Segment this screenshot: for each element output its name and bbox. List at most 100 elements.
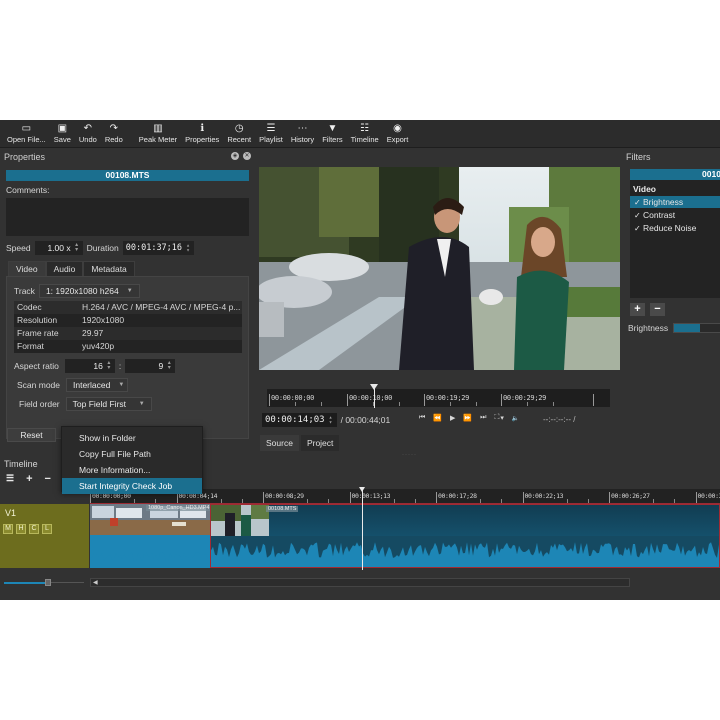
hide-button[interactable]: H bbox=[16, 524, 26, 534]
play-icon[interactable]: ▶ bbox=[450, 414, 455, 422]
player-scrub-ruler[interactable]: 00:00:00;00 00:00:10;00 00:00:19;29 00:00:2… bbox=[267, 389, 610, 407]
brightness-slider[interactable] bbox=[673, 323, 720, 333]
tab-project[interactable]: Project bbox=[300, 435, 340, 451]
info-value: 29.97 bbox=[82, 328, 104, 338]
spin-arrows-icon[interactable]: ▴ ▾ bbox=[166, 360, 172, 371]
float-panel-icon[interactable]: ◈ bbox=[231, 152, 239, 160]
ruler-minor-tick bbox=[399, 402, 400, 406]
spin-arrows-icon[interactable]: ▴ ▾ bbox=[185, 243, 191, 254]
menu-item-copy-full-file-path[interactable]: Copy Full File Path bbox=[62, 446, 202, 462]
timeline-ruler-minor-tick bbox=[134, 499, 135, 503]
in-out-timecode: --:--:--:-- / bbox=[543, 415, 576, 424]
timeline-clip[interactable]: 1080p_Canon_HD3.MP4 bbox=[146, 504, 210, 568]
spin-arrows-icon[interactable]: ▴ ▾ bbox=[74, 242, 80, 253]
remove-clip-icon[interactable]: − bbox=[45, 473, 51, 485]
toolbar-redo-button[interactable]: ↷ Redo bbox=[102, 120, 126, 145]
spin-arrows-icon[interactable]: ▴ ▾ bbox=[328, 415, 334, 426]
spin-arrows-icon[interactable]: ▴ ▾ bbox=[106, 360, 112, 371]
info-key: Codec bbox=[17, 302, 42, 312]
reset-button[interactable]: Reset bbox=[7, 428, 56, 442]
timeline-zoom-slider[interactable] bbox=[4, 579, 84, 586]
filter-item-brightness[interactable]: ✓ Brightness bbox=[630, 196, 720, 208]
scroll-left-icon[interactable]: ◀ bbox=[93, 579, 98, 587]
speed-label: Speed bbox=[6, 243, 31, 253]
tab-metadata[interactable]: Metadata bbox=[83, 261, 135, 276]
add-filter-button[interactable]: + bbox=[630, 303, 645, 316]
field-order-select[interactable]: Top Field First ▼ bbox=[65, 397, 152, 411]
menu-item-start-integrity-check-job[interactable]: Start Integrity Check Job bbox=[62, 478, 202, 494]
timeline-ruler-minor-tick bbox=[480, 499, 481, 503]
chevron-down-icon: ▼ bbox=[118, 382, 125, 388]
filter-item-contrast[interactable]: ✓ Contrast bbox=[630, 209, 720, 221]
lock-button[interactable]: L bbox=[42, 524, 52, 534]
close-panel-icon[interactable]: ✕ bbox=[243, 152, 251, 160]
toolbar-open-file-button[interactable]: ▭ Open File... bbox=[4, 120, 49, 145]
tab-source[interactable]: Source bbox=[260, 435, 299, 451]
toolbar-peak-meter-button[interactable]: ▥ Peak Meter bbox=[136, 120, 180, 145]
position-spinbox[interactable]: 00:00:14;03 ▴ ▾ bbox=[262, 413, 337, 427]
toolbar-undo-button[interactable]: ↶ Undo bbox=[76, 120, 100, 145]
timeline-ruler-minor-tick bbox=[414, 499, 416, 503]
funnel-icon: ▼ bbox=[327, 123, 338, 134]
zoom-slider-handle[interactable] bbox=[45, 579, 51, 586]
checkmark-icon[interactable]: ✓ bbox=[634, 197, 643, 209]
save-icon: ▣ bbox=[57, 123, 68, 134]
menu-item-more-information[interactable]: More Information... bbox=[62, 462, 202, 478]
toolbar-playlist-button[interactable]: ☰ Playlist bbox=[256, 120, 286, 145]
checkmark-icon[interactable]: ✓ bbox=[634, 223, 643, 235]
comments-input[interactable] bbox=[6, 198, 249, 236]
remove-filter-button[interactable]: − bbox=[650, 303, 665, 316]
toolbar-timeline-button[interactable]: ☷ Timeline bbox=[348, 120, 382, 145]
timeline-ruler-minor-tick bbox=[501, 499, 502, 503]
comments-label: Comments: bbox=[6, 185, 50, 195]
mute-button[interactable]: M bbox=[3, 524, 13, 534]
track-header-v1[interactable]: V1 M H C L bbox=[0, 504, 89, 568]
timeline-menu-icon[interactable]: ☰ bbox=[6, 473, 14, 485]
checkmark-icon[interactable]: ✓ bbox=[634, 210, 643, 222]
track-name: V1 bbox=[5, 508, 17, 518]
toolbar-save-button[interactable]: ▣ Save bbox=[51, 120, 74, 145]
filters-panel: Filters 00108.MTS Video ✓Brightness ✓Con… bbox=[624, 148, 720, 333]
timeline-playhead[interactable] bbox=[359, 487, 365, 570]
composite-button[interactable]: C bbox=[29, 524, 39, 534]
aspect-ratio-row: Aspect ratio 16 ▴ ▾ : 9 ▴ ▾ bbox=[14, 359, 176, 373]
aspect-width-spinbox[interactable]: 16 ▴ ▾ bbox=[64, 359, 115, 373]
append-clip-icon[interactable]: + bbox=[26, 473, 32, 485]
duration-spinbox[interactable]: 00:01:37;16 ▴ ▾ bbox=[122, 241, 195, 255]
speed-spinbox[interactable]: 1.00 x ▴ ▾ bbox=[34, 241, 83, 255]
toolbar-filters-button[interactable]: ▼ Filters bbox=[319, 120, 345, 145]
volume-icon[interactable]: 🔈 bbox=[512, 415, 519, 422]
toolbar-export-button[interactable]: ◉ Export bbox=[384, 120, 412, 145]
waveform-shape bbox=[146, 552, 210, 568]
timeline-clip-selected[interactable]: 00108.MTS bbox=[210, 504, 720, 568]
ruler-minor-tick bbox=[450, 402, 451, 406]
clock-icon: ◷ bbox=[234, 123, 244, 134]
tab-video[interactable]: Video bbox=[8, 261, 46, 276]
zoom-icon[interactable]: ⛶ ▾ bbox=[494, 414, 503, 422]
toolbar-recent-button[interactable]: ◷ Recent bbox=[224, 120, 254, 145]
redo-icon: ↷ bbox=[109, 123, 118, 134]
track-select[interactable]: 1: 1920x1080 h264 ▼ bbox=[38, 284, 140, 298]
transport-controls: ⏮ ⏪ ▶ ⏩ ⏭ ⛶ ▾ 🔈 bbox=[419, 414, 519, 422]
toolbar-properties-button[interactable]: ℹ Properties bbox=[182, 120, 222, 145]
scan-mode-select[interactable]: Interlaced ▼ bbox=[66, 378, 128, 392]
skip-to-start-icon[interactable]: ⏮ bbox=[419, 414, 425, 422]
export-icon: ◉ bbox=[393, 123, 402, 134]
filter-item-reduce-noise[interactable]: ✓ Reduce Noise bbox=[630, 222, 720, 234]
rewind-icon[interactable]: ⏪ bbox=[433, 414, 442, 422]
timeline-horizontal-scrollbar[interactable]: ◀ bbox=[90, 578, 630, 587]
player-playhead[interactable] bbox=[370, 384, 378, 408]
fast-forward-icon[interactable]: ⏩ bbox=[463, 414, 472, 422]
toolbar-history-button[interactable]: ⋯ History bbox=[288, 120, 317, 145]
filter-label: Brightness bbox=[643, 197, 684, 207]
menu-item-show-in-folder[interactable]: Show in Folder bbox=[62, 430, 202, 446]
aspect-height-spinbox[interactable]: 9 ▴ ▾ bbox=[125, 359, 176, 373]
tab-audio[interactable]: Audio bbox=[45, 261, 84, 276]
ruler-label: 00:00:19;29 bbox=[426, 394, 470, 402]
skip-to-end-icon[interactable]: ⏭ bbox=[480, 414, 486, 422]
info-key: Frame rate bbox=[17, 328, 59, 338]
timeline-clip[interactable] bbox=[90, 504, 146, 568]
folder-icon: ▭ bbox=[21, 123, 32, 134]
info-value: H.264 / AVC / MPEG-4 AVC / MPEG-4 p... bbox=[82, 302, 241, 312]
timeline-ruler-tick bbox=[695, 492, 697, 503]
